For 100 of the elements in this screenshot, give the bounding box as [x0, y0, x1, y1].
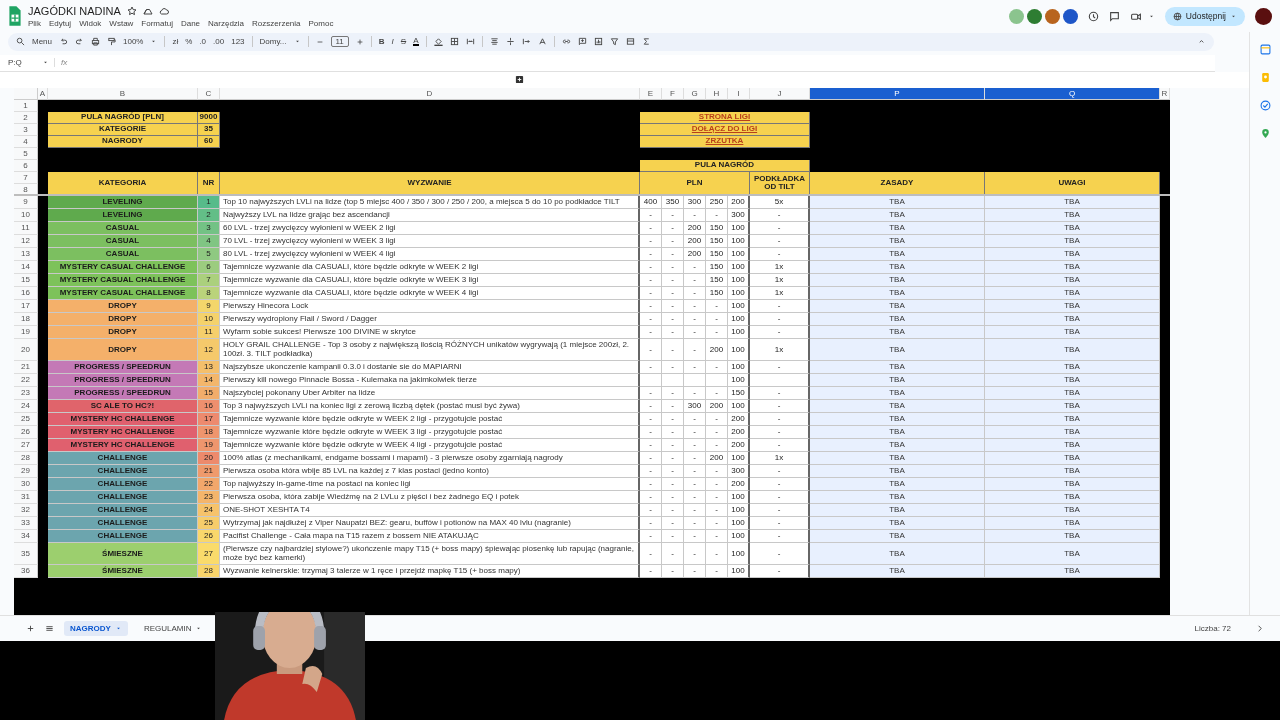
search-icon[interactable] [16, 37, 25, 47]
menu-item[interactable]: Wstaw [109, 18, 134, 28]
summary-value: 9000 [198, 111, 220, 124]
add-button-icon[interactable] [515, 75, 524, 85]
column-title: NR [198, 171, 220, 196]
text-color-button[interactable]: A [413, 37, 419, 47]
bold-button[interactable]: B [378, 37, 385, 47]
plus-icon[interactable] [355, 37, 364, 46]
undo-icon[interactable] [59, 37, 68, 47]
redo-icon[interactable] [75, 37, 84, 47]
sum-icon[interactable] [641, 37, 651, 47]
column-title: ZASADY [810, 171, 985, 196]
tasks-icon[interactable] [1259, 100, 1271, 111]
filter-icon[interactable] [609, 37, 619, 47]
link-icon[interactable] [561, 37, 571, 47]
table-cell: - [662, 338, 684, 361]
borders-icon[interactable] [449, 37, 459, 47]
count-status[interactable]: Liczba: 72 [1194, 624, 1231, 633]
share-button[interactable]: Udostępnij [1164, 6, 1245, 26]
collaborator-avatar[interactable] [1026, 8, 1042, 24]
challenge-cell: HOLY GRAIL CHALLENGE - Top 3 osoby z największą ilością RÓŻNYCH unikatów wygrywają (1 miejsce 200zł, 2. 100zł. 3. TILT podkładka) [220, 338, 640, 361]
number-format-button[interactable]: 123 [231, 37, 245, 47]
table-cell: TBA [810, 542, 985, 565]
video-icon[interactable] [1129, 10, 1142, 22]
italic-button[interactable]: I [391, 37, 394, 47]
paint-format-icon[interactable] [107, 37, 116, 47]
comment-add-icon[interactable] [577, 37, 587, 47]
table-cell: - [640, 542, 662, 565]
expand-icon[interactable] [1255, 624, 1264, 633]
font-size-field[interactable]: 11 [330, 36, 349, 48]
table-cell: 100 [728, 338, 750, 361]
table-cell: TBA [810, 338, 985, 361]
menu-item[interactable]: Dane [180, 18, 201, 28]
column-title: WYZWANIE [220, 171, 640, 196]
star-icon[interactable] [126, 5, 137, 16]
decrease-decimal-button[interactable]: .0 [199, 37, 207, 47]
sheet-list-icon[interactable] [45, 624, 54, 633]
fill-color-icon[interactable] [433, 37, 443, 47]
profile-avatar[interactable] [1255, 7, 1272, 25]
increase-decimal-button[interactable]: .00 [213, 37, 225, 47]
merge-icon[interactable] [465, 37, 475, 47]
summary-label: PULA NAGRÓD [PLN] [48, 111, 198, 124]
menu-item[interactable]: Plik [28, 18, 41, 28]
sheet-tab[interactable]: REGULAMIN [137, 621, 209, 636]
table-cell: - [706, 542, 728, 565]
category-cell: ŚMIESZNE [48, 542, 198, 565]
menu-item[interactable]: Edytuj [48, 18, 72, 28]
sheet-tab[interactable]: NAGRODY [64, 621, 128, 636]
currency-format-button[interactable]: zł [172, 37, 179, 47]
document-title[interactable]: JAGÓDKI NADINA [28, 4, 121, 17]
cloud-icon[interactable] [158, 5, 169, 16]
link[interactable]: ZRZUTKA [705, 137, 744, 146]
table-cell: - [640, 338, 662, 361]
collaborator-avatar[interactable] [1062, 8, 1078, 24]
globe-icon [1172, 11, 1182, 21]
menu-search[interactable]: Menu [32, 37, 52, 47]
column-group-header: PULA NAGRÓD [640, 159, 810, 172]
row-number[interactable]: 20 [14, 338, 38, 361]
print-icon[interactable] [91, 37, 100, 47]
menu-item[interactable]: Formatuj [141, 18, 173, 28]
history-icon[interactable] [1087, 10, 1099, 22]
table-cell: 1x [750, 338, 810, 361]
comment-icon[interactable] [1108, 10, 1120, 22]
category-cell: DROPY [48, 338, 198, 361]
menu-item[interactable]: Rozszerzenia [252, 18, 301, 28]
table-cell: - [684, 338, 706, 361]
wrap-icon[interactable] [521, 37, 531, 47]
zoom-select[interactable]: 100% [123, 37, 144, 47]
column-title: KATEGORIA [48, 171, 198, 196]
align-icon[interactable] [489, 37, 499, 47]
challenge-cell: (Pierwsze czy najbardziej stylowe?) ukończenie mapy T15 (+ boss mapy) śpiewając piosenkę lub rapując (nagranie, może być bez kamerki) [220, 542, 640, 565]
table-cell: 200 [706, 338, 728, 361]
font-select[interactable]: Domy... [259, 37, 287, 47]
add-sheet-icon[interactable] [26, 624, 35, 633]
sheets-logo-icon[interactable] [8, 6, 22, 26]
chart-icon[interactable] [593, 37, 603, 47]
menu-item[interactable]: Pomoc [308, 18, 334, 28]
formula-label: fx [61, 58, 68, 68]
column-title: UWAGI [985, 171, 1160, 196]
number-cell: 12 [198, 338, 220, 361]
table-view-icon[interactable] [625, 37, 635, 47]
row-number[interactable]: 35 [14, 542, 38, 565]
column-title: PODKŁADKA OD TILT [750, 171, 810, 196]
table-cell: 100 [728, 542, 750, 565]
percent-format-button[interactable]: % [185, 37, 193, 47]
column-header[interactable]: R [1160, 87, 1170, 100]
calendar-icon[interactable] [1259, 44, 1271, 55]
table-cell: - [662, 542, 684, 565]
menu-item[interactable]: Narzędzia [208, 18, 245, 28]
name-box[interactable]: P:Q [8, 58, 22, 68]
table-cell: - [684, 542, 706, 565]
number-cell: 27 [198, 542, 220, 565]
menu-item[interactable]: Widok [79, 18, 102, 28]
table-cell: - [750, 542, 810, 565]
strikethrough-button[interactable]: S [400, 37, 407, 47]
table-cell: TBA [985, 338, 1160, 361]
maps-icon[interactable] [1259, 128, 1271, 139]
column-title: PLN [640, 171, 750, 196]
collaborator-avatar[interactable] [1044, 8, 1060, 24]
table-cell: TBA [985, 542, 1160, 565]
